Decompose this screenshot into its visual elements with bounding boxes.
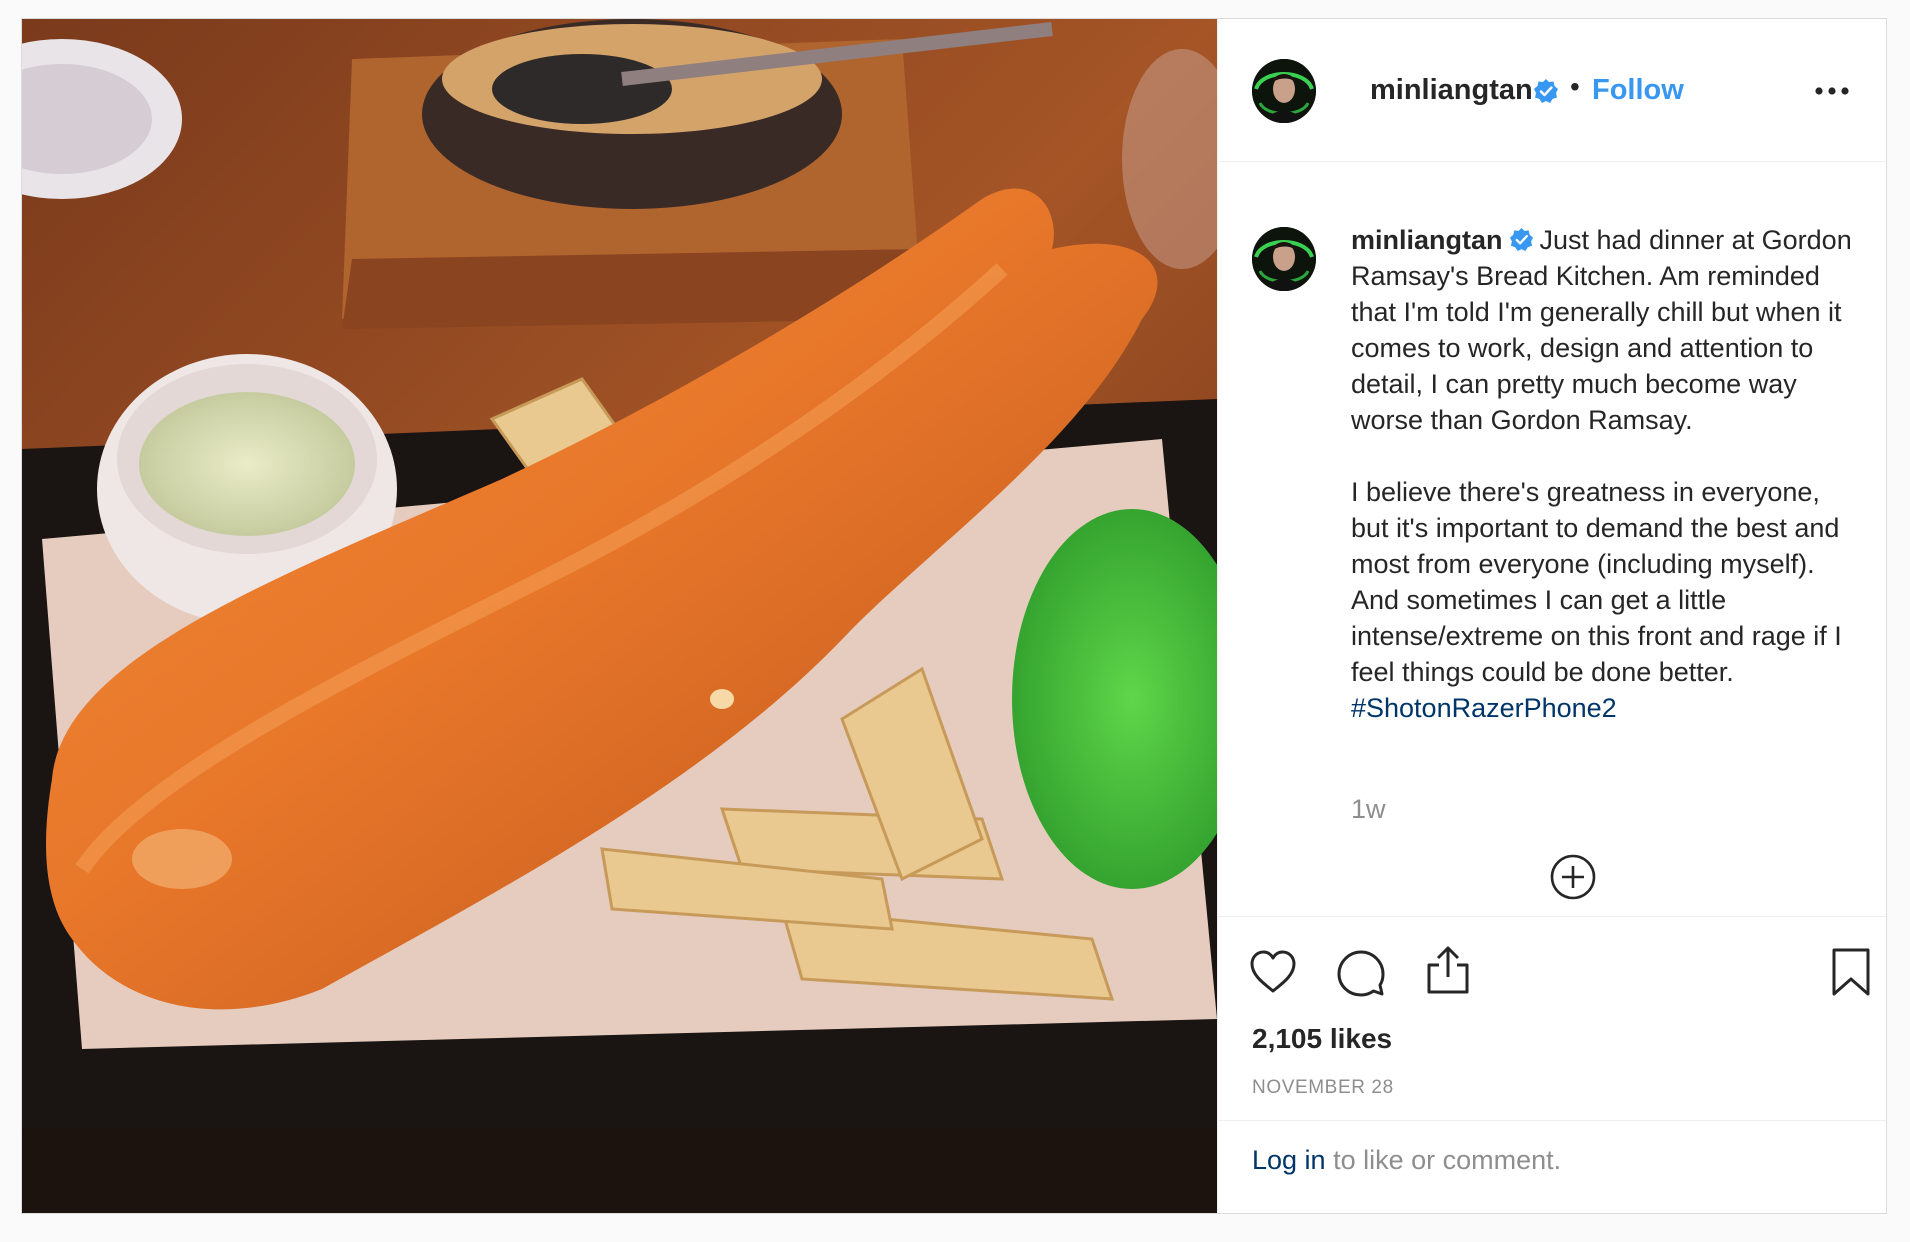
post-header: minliangtan • Follow: [1218, 19, 1886, 162]
verified-badge-icon: [1534, 79, 1558, 103]
author-username[interactable]: minliangtan: [1370, 74, 1533, 107]
instagram-post: minliangtan • Follow minliangtan Just ha…: [21, 18, 1887, 1214]
share-icon[interactable]: [1423, 945, 1473, 995]
avatar[interactable]: [1252, 59, 1316, 123]
post-date[interactable]: NOVEMBER 28: [1252, 1077, 1394, 1099]
avatar-image: [1252, 227, 1316, 291]
comment-icon[interactable]: [1336, 947, 1386, 997]
post-actions: 2,105 likes NOVEMBER 28: [1218, 917, 1886, 1121]
post-side-panel: minliangtan • Follow minliangtan Just ha…: [1217, 19, 1886, 1213]
more-options-icon[interactable]: [1812, 85, 1852, 97]
caption-avatar[interactable]: [1252, 227, 1316, 291]
post-photo[interactable]: [22, 19, 1217, 1213]
plus-circle-icon[interactable]: [1549, 853, 1597, 901]
login-prompt-text: to like or comment.: [1325, 1145, 1562, 1175]
login-prompt: Log in to like or comment.: [1252, 1145, 1561, 1176]
caption-username[interactable]: minliangtan: [1351, 225, 1503, 255]
likes-count[interactable]: 2,105 likes: [1252, 1023, 1392, 1055]
heart-icon[interactable]: [1248, 947, 1298, 997]
fish-and-chips-photo: [22, 19, 1217, 1213]
bookmark-icon[interactable]: [1826, 947, 1876, 997]
post-time-ago[interactable]: 1w: [1351, 794, 1386, 825]
avatar-image: [1252, 59, 1316, 123]
header-separator: •: [1570, 71, 1580, 102]
caption-text: Just had dinner at Gordon Ramsay's Bread…: [1351, 225, 1852, 687]
caption-hashtag[interactable]: #ShotonRazerPhone2: [1351, 693, 1617, 723]
login-link[interactable]: Log in: [1252, 1145, 1326, 1175]
follow-button[interactable]: Follow: [1592, 74, 1684, 107]
verified-badge-icon: [1509, 227, 1533, 252]
caption-section: minliangtan Just had dinner at Gordon Ram…: [1218, 162, 1886, 917]
post-caption: minliangtan Just had dinner at Gordon Ram…: [1351, 222, 1861, 726]
